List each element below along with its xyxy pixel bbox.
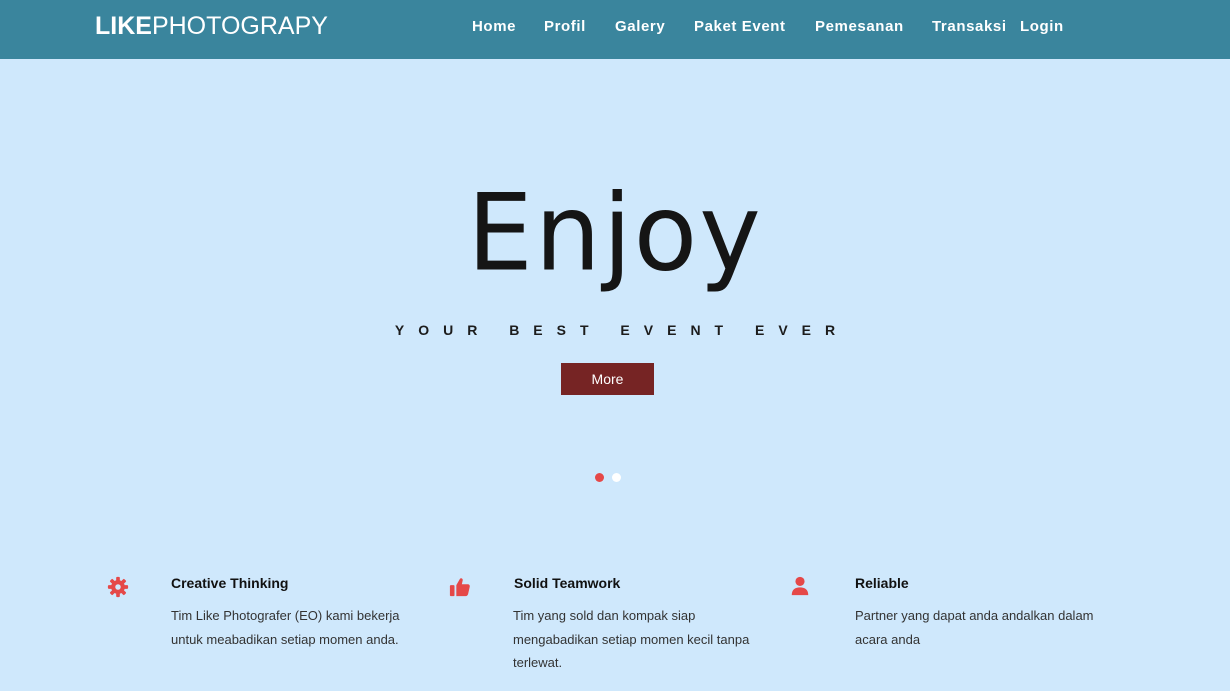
feature-desc-line: Tim Like Photografer (EO) kami bekerja	[171, 608, 400, 623]
carousel-dot-1[interactable]	[595, 473, 604, 482]
feature-desc-line: Tim yang sold dan kompak siap	[513, 608, 696, 623]
nav-pemesanan[interactable]: Pemesanan	[815, 18, 904, 35]
feature-desc-line: untuk meabadikan setiap momen anda.	[171, 631, 399, 647]
brand-bold: LIKE	[95, 12, 152, 40]
nav-login[interactable]: Login	[1020, 18, 1064, 35]
feature-desc-reliable: Partner yang dapat anda andalkan dalam a…	[855, 604, 1094, 651]
top-navbar: LIKEPHOTOGRAPY Home Profil Galery Paket …	[0, 0, 1230, 59]
feature-desc-teamwork: Tim yang sold dan kompak siap mengabadik…	[513, 604, 749, 675]
feature-desc-line: Partner yang dapat anda andalkan dalam	[855, 608, 1094, 623]
carousel-dot-2[interactable]	[612, 473, 621, 482]
feature-desc-line: mengabadikan setiap momen kecil tanpa	[513, 631, 750, 647]
feature-title-creative: Creative Thinking	[171, 575, 289, 591]
nav-galery[interactable]: Galery	[615, 18, 665, 35]
hero-subtitle: YOUR BEST EVENT EVER	[394, 322, 850, 338]
gear-icon	[107, 576, 129, 598]
nav-profil[interactable]: Profil	[544, 18, 586, 35]
brand-logo[interactable]: LIKEPHOTOGRAPY	[95, 12, 328, 41]
user-icon	[791, 576, 809, 596]
feature-title-reliable: Reliable	[855, 575, 909, 591]
brand-light: PHOTOGRAPY	[151, 12, 328, 40]
thumbs-up-icon	[449, 578, 470, 597]
feature-desc-line: terlewat.	[513, 655, 563, 670]
feature-desc-creative: Tim Like Photografer (EO) kami bekerja u…	[171, 604, 400, 651]
feature-title-teamwork: Solid Teamwork	[514, 575, 621, 591]
hero-title: Enjoy	[467, 170, 763, 296]
nav-paket-event[interactable]: Paket Event	[694, 18, 786, 35]
more-button[interactable]: More	[561, 363, 654, 395]
nav-home[interactable]: Home	[472, 18, 516, 35]
feature-desc-line: acara anda	[855, 631, 921, 647]
nav-transaksi[interactable]: Transaksi	[932, 18, 1007, 35]
hero-carousel: Enjoy YOUR BEST EVENT EVER More	[0, 59, 1230, 539]
